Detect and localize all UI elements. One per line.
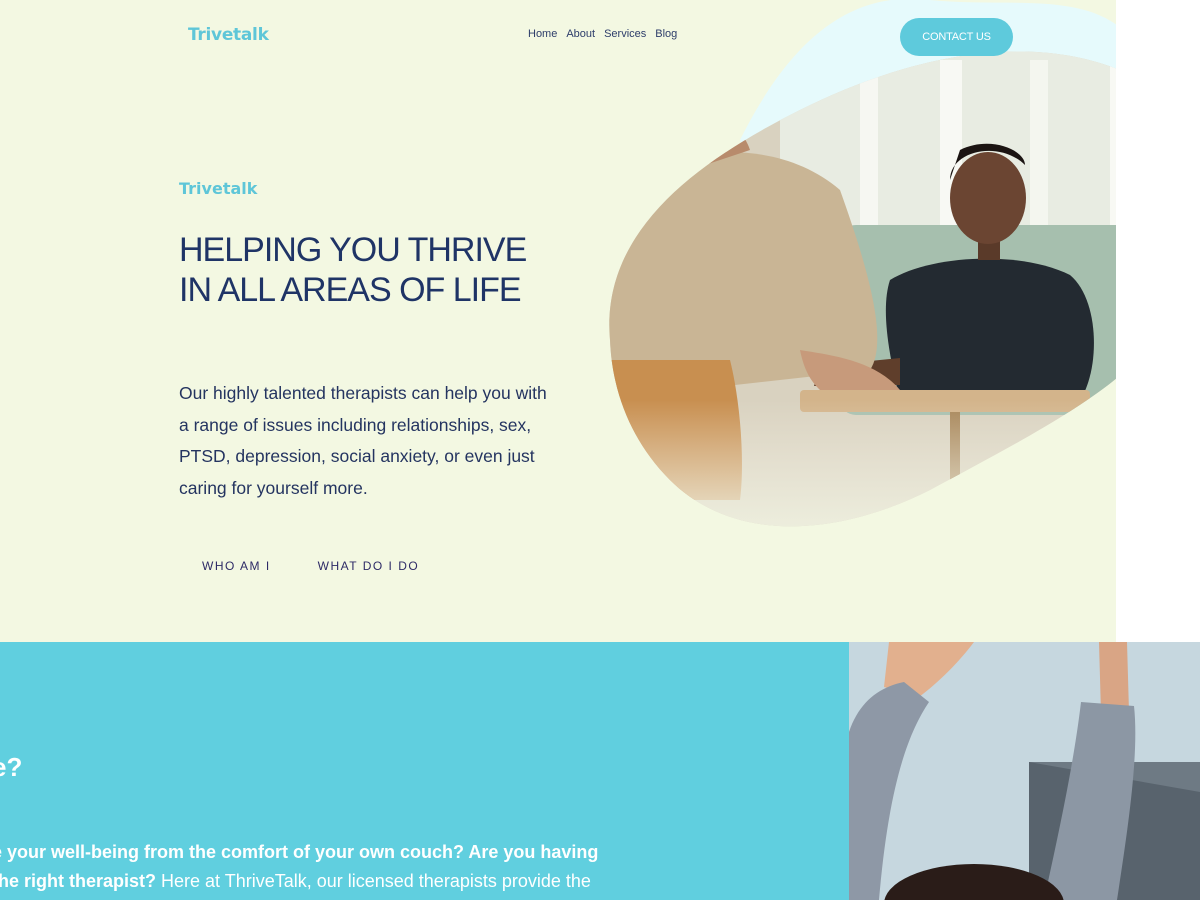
band-heading: e?: [0, 752, 23, 782]
who-am-i-link[interactable]: WHO AM I: [202, 559, 271, 573]
what-do-i-do-link[interactable]: WHAT DO I DO: [318, 559, 420, 573]
hero-links: WHO AM I WHAT DO I DO: [202, 559, 419, 573]
main-nav: Home About Services Blog: [528, 28, 677, 40]
hero-headline-line-2: IN ALL AREAS OF LIFE: [179, 271, 522, 309]
hero-description: Our highly talented therapists can help …: [179, 383, 547, 498]
contact-us-button[interactable]: CONTACT US: [900, 18, 1013, 56]
hero-eyebrow: Trivetalk: [179, 179, 258, 198]
hero-headline: HELPING YOU THRIVE IN ALL AREAS OF LIFE: [179, 230, 559, 310]
brand-logo[interactable]: Trivetalk: [188, 25, 269, 45]
band-text-line-2: Here at ThriveTalk, our licensed therapi…: [156, 871, 591, 891]
band-text-line-1: e your well-being from the comfort of yo…: [0, 842, 599, 862]
nav-blog[interactable]: Blog: [655, 28, 677, 40]
hero-section: Trivetalk Home About Services Blog CONTA…: [0, 0, 1116, 642]
band-text: e your well-being from the comfort of yo…: [0, 838, 612, 896]
hero-headline-line-1: HELPING YOU THRIVE: [179, 231, 527, 269]
nav-about[interactable]: About: [566, 28, 595, 40]
nav-home[interactable]: Home: [528, 28, 557, 40]
hero-therapy-photo: [609, 51, 1116, 527]
stretching-photo: [849, 642, 1200, 900]
band-text-line-2-bold: the right therapist?: [0, 871, 157, 891]
nav-services[interactable]: Services: [604, 28, 646, 40]
